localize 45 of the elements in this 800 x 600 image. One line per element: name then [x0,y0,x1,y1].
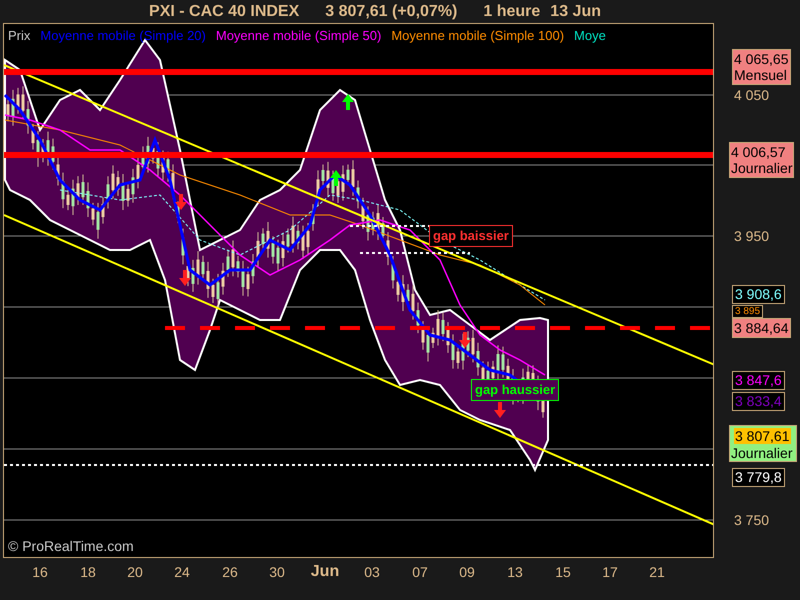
axis-label: 4 050 [734,87,770,103]
annotation-label: gap haussier [471,379,560,401]
legend-item: Moyenne mobile (Simple 100) [391,27,564,45]
axis-label: 3 950 [734,228,770,244]
price-tag: 3 884,64 [732,318,790,338]
annotation-label: gap baissier [429,225,513,247]
axis-label: 16 [32,564,48,580]
axis-label: 24 [174,564,190,580]
axis-label: 15 [555,564,571,580]
axis-label: 21 [649,564,665,580]
price-tag: 3 833,4 [732,392,785,411]
axis-label: 09 [459,564,475,580]
axis-label: 20 [127,564,143,580]
axis-label: 07 [412,564,428,580]
price-tag: 4 006,57 Journalier [729,142,794,178]
legend-item: Moyenne mobile (Simple 50) [216,27,382,45]
timeframe: 1 heure [483,2,540,22]
legend-item: Moye [574,27,606,45]
up-arrow-icon [342,94,354,110]
last-price: 3 807,61 (+0,07%) [325,2,458,22]
legend-item: Prix [8,27,30,45]
copyright-text: © ProRealTime.com [8,537,134,556]
axis-label: 13 [507,564,523,580]
price-tag-note: Journalier [731,445,792,461]
down-arrow-icon [179,270,191,286]
price-tag: 3 779,8 [732,468,785,487]
axis-label: 3 750 [734,512,770,528]
axis-label: Jun [310,564,340,580]
last-price-tag: 3 807,61 [734,428,790,444]
axis-label: 18 [80,564,96,580]
up-arrow-icon [330,170,342,186]
price-tag: 3 895 [732,305,764,318]
axis-label: 17 [602,564,618,580]
price-tag: 3 908,6 [732,285,785,304]
axis-label: 26 [222,564,238,580]
axis-label: 03 [364,564,380,580]
price-tag: 3 847,6 [732,371,785,390]
down-arrow-icon [494,402,506,418]
date-label: 13 Jun [550,2,601,22]
legend-item: Moyenne mobile (Simple 20) [40,27,206,45]
price-tag: 4 065,65 Mensuel [732,49,790,85]
down-arrow-icon [175,194,187,210]
down-arrow-icon [459,332,471,348]
axis-label: 30 [269,564,285,580]
instrument-name: PXI - CAC 40 INDEX [149,2,300,22]
